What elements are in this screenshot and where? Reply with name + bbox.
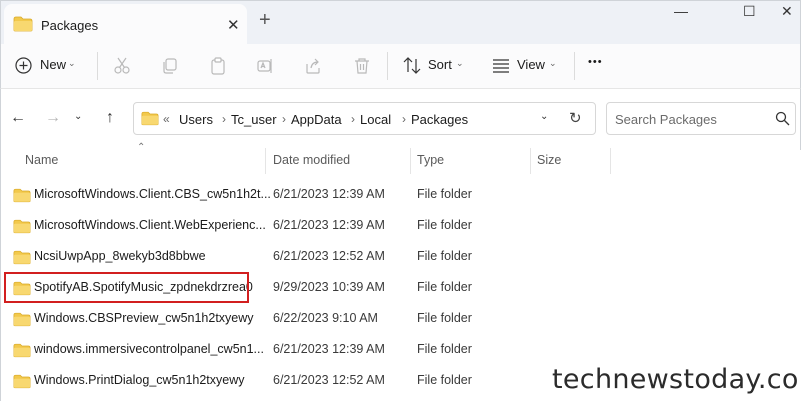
- file-row[interactable]: NcsiUwpApp_8wekyb3d8bbwe 6/21/2023 12:52…: [0, 242, 801, 272]
- forward-arrow-icon[interactable]: →: [45, 109, 61, 127]
- file-row[interactable]: MicrosoftWindows.Client.CBS_cw5n1h2t... …: [0, 180, 801, 210]
- rename-icon[interactable]: [256, 57, 274, 75]
- watermark: technewstoday.com: [552, 364, 801, 395]
- folder-icon: [141, 111, 159, 126]
- cut-icon[interactable]: [113, 57, 131, 75]
- refresh-icon[interactable]: ↻: [569, 109, 582, 127]
- chevron-down-icon: ⌄: [68, 58, 76, 68]
- new-tab-button[interactable]: +: [259, 9, 271, 32]
- new-button[interactable]: New ⌄: [15, 54, 85, 78]
- file-date: 6/21/2023 12:39 AM: [273, 218, 385, 232]
- breadcrumb-users[interactable]: Users: [179, 112, 213, 127]
- file-date: 9/29/2023 10:39 AM: [273, 280, 385, 294]
- new-label: New: [40, 57, 67, 72]
- tab-packages[interactable]: Packages ✕: [4, 4, 247, 45]
- breadcrumb-separator-icon: ›: [222, 112, 226, 126]
- chevron-down-icon: ⌄: [549, 58, 557, 68]
- folder-icon: [13, 312, 31, 327]
- copy-icon[interactable]: [161, 57, 179, 75]
- recent-locations-chevron-icon[interactable]: ⌄: [74, 111, 82, 122]
- file-type: File folder: [417, 218, 472, 232]
- view-button[interactable]: View ⌄: [492, 54, 564, 78]
- highlight-box: [4, 272, 249, 303]
- file-type: File folder: [417, 342, 472, 356]
- file-date: 6/21/2023 12:39 AM: [273, 342, 385, 356]
- folder-icon: [13, 16, 33, 32]
- folder-icon: [13, 219, 31, 234]
- maximize-button[interactable]: ☐: [743, 3, 756, 20]
- breadcrumb-packages[interactable]: Packages: [411, 112, 468, 127]
- file-name: Windows.CBSPreview_cw5n1h2txyewy: [34, 311, 254, 325]
- sort-icon: [403, 57, 421, 74]
- folder-icon: [13, 188, 31, 203]
- column-header-size[interactable]: Size: [537, 153, 561, 167]
- delete-icon[interactable]: [353, 57, 371, 75]
- breadcrumb-separator-icon: ›: [351, 112, 355, 126]
- breadcrumb-appdata[interactable]: AppData: [291, 112, 342, 127]
- column-header-name[interactable]: Name: [25, 153, 58, 167]
- navigation-bar: ← → ⌄ ↑ « Users › Tc_user › AppData › Lo…: [0, 88, 801, 150]
- search-box[interactable]: Search Packages: [606, 102, 796, 135]
- file-date: 6/22/2023 9:10 AM: [273, 311, 378, 325]
- file-name: windows.immersivecontrolpanel_cw5n1...: [34, 342, 264, 356]
- file-type: File folder: [417, 373, 472, 387]
- sort-button[interactable]: Sort ⌄: [403, 54, 471, 78]
- search-icon: [775, 111, 790, 126]
- address-bar[interactable]: « Users › Tc_user › AppData › Local › Pa…: [133, 102, 596, 135]
- sort-label: Sort: [428, 57, 452, 72]
- up-arrow-icon[interactable]: ↑: [106, 109, 114, 127]
- folder-icon: [13, 374, 31, 389]
- breadcrumb-separator-icon: ›: [402, 112, 406, 126]
- back-arrow-icon[interactable]: ←: [10, 109, 26, 127]
- file-name: MicrosoftWindows.Client.WebExperienc...: [34, 218, 266, 232]
- column-divider[interactable]: [530, 148, 531, 174]
- sort-ascending-icon: ⌃: [137, 142, 146, 153]
- column-header-date-modified[interactable]: Date modified: [273, 153, 350, 167]
- minimize-button[interactable]: —: [674, 3, 688, 19]
- column-divider[interactable]: [265, 148, 266, 174]
- view-icon: [493, 59, 509, 73]
- divider: [97, 52, 98, 80]
- title-bar: Packages ✕ + — ☐ ✕: [0, 0, 801, 45]
- breadcrumb-overflow[interactable]: «: [163, 112, 170, 126]
- breadcrumb-local[interactable]: Local: [360, 112, 391, 127]
- file-date: 6/21/2023 12:39 AM: [273, 187, 385, 201]
- command-bar: New ⌄ Sort ⌄ View ⌄ •••: [0, 44, 801, 88]
- file-date: 6/21/2023 12:52 AM: [273, 249, 385, 263]
- file-row[interactable]: Windows.CBSPreview_cw5n1h2txyewy 6/22/20…: [0, 304, 801, 334]
- folder-icon: [13, 250, 31, 265]
- close-tab-icon[interactable]: ✕: [227, 16, 240, 34]
- chevron-down-icon: ⌄: [456, 58, 464, 68]
- divider: [574, 52, 575, 80]
- file-name: MicrosoftWindows.Client.CBS_cw5n1h2t...: [34, 187, 271, 201]
- tab-title: Packages: [41, 18, 99, 33]
- file-type: File folder: [417, 249, 472, 263]
- view-label: View: [517, 57, 545, 72]
- file-row[interactable]: MicrosoftWindows.Client.WebExperienc... …: [0, 211, 801, 241]
- column-divider[interactable]: [410, 148, 411, 174]
- folder-icon: [13, 343, 31, 358]
- file-type: File folder: [417, 187, 472, 201]
- search-placeholder: Search Packages: [615, 112, 717, 127]
- column-header-type[interactable]: Type: [417, 153, 444, 167]
- share-icon[interactable]: [304, 57, 322, 75]
- file-type: File folder: [417, 280, 472, 294]
- file-row[interactable]: windows.immersivecontrolpanel_cw5n1... 6…: [0, 335, 801, 365]
- close-window-button[interactable]: ✕: [781, 3, 793, 20]
- address-history-chevron-icon[interactable]: ⌄: [540, 111, 548, 122]
- divider: [387, 52, 388, 80]
- breadcrumb-tc-user[interactable]: Tc_user: [231, 112, 277, 127]
- column-divider[interactable]: [610, 148, 611, 174]
- more-options-button[interactable]: •••: [588, 56, 603, 68]
- file-name: NcsiUwpApp_8wekyb3d8bbwe: [34, 249, 206, 263]
- file-date: 6/21/2023 12:52 AM: [273, 373, 385, 387]
- paste-icon[interactable]: [209, 57, 227, 75]
- file-name: Windows.PrintDialog_cw5n1h2txyewy: [34, 373, 245, 387]
- file-type: File folder: [417, 311, 472, 325]
- plus-circle-icon: [15, 57, 32, 74]
- breadcrumb-separator-icon: ›: [282, 112, 286, 126]
